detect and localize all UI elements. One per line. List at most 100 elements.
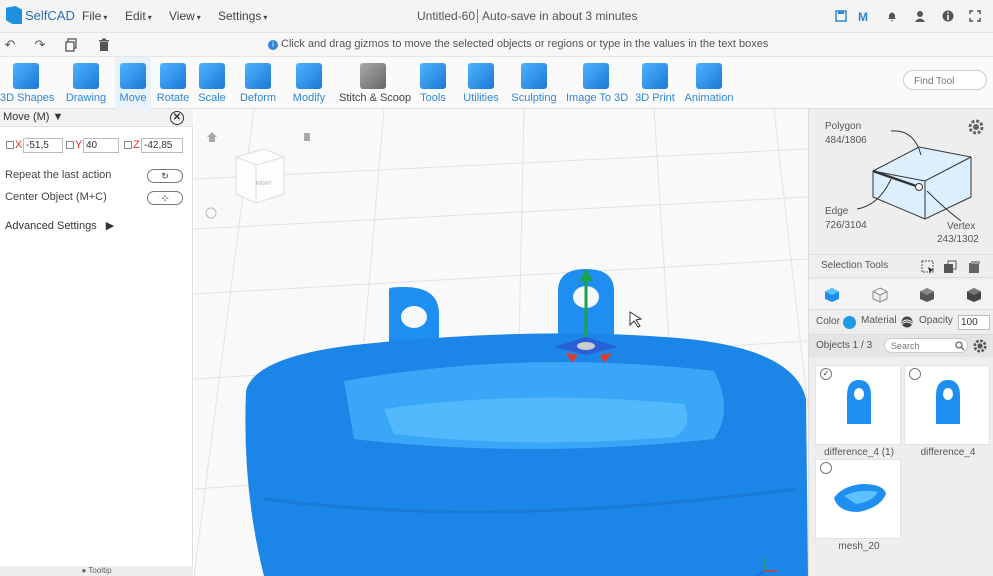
info-icon: ● (81, 566, 87, 575)
viewcube-face-label: RIGHT (256, 181, 272, 187)
search-icon (955, 341, 965, 351)
object-checkbox[interactable] (820, 462, 832, 474)
undo-icon[interactable]: ↶ (3, 38, 17, 52)
object-card[interactable]: ✓ difference_4 (1) (815, 365, 901, 458)
object-checkbox[interactable] (909, 368, 921, 380)
x-checkbox[interactable] (6, 141, 14, 150)
image-to-3d-icon (583, 63, 609, 89)
app-logo[interactable]: SelfCAD (6, 6, 75, 24)
main-toolbar: 3D Shapes Drawing Move Rotate Scale Defo… (0, 57, 993, 109)
tool-move[interactable]: Move (115, 57, 151, 109)
polygon-mode-icon[interactable] (872, 287, 888, 303)
copy-icon[interactable] (65, 38, 79, 52)
z-checkbox[interactable] (124, 141, 132, 150)
z-checkbox-label[interactable]: Z (124, 139, 140, 151)
object-name: difference_4 (1) (824, 447, 894, 458)
menu-bar: SelfCAD File Edit View Settings Untitled… (0, 0, 993, 33)
home-icon[interactable] (207, 132, 217, 142)
utilities-icon (468, 63, 494, 89)
modify-icon (296, 63, 322, 89)
tool-rotate[interactable]: Rotate (156, 57, 190, 109)
x-input[interactable]: -51,5 (23, 138, 63, 153)
fullscreen-icon[interactable] (969, 10, 981, 22)
selfcad-logo-icon (6, 6, 22, 24)
repeat-label: Repeat the last action (5, 169, 112, 181)
mouse-cursor-icon (629, 311, 643, 328)
move-icon (120, 63, 146, 89)
tool-scale[interactable]: Scale (197, 57, 227, 109)
tool-3d-print[interactable]: 3D Print (635, 57, 675, 109)
scale-icon (199, 63, 225, 89)
tool-modify[interactable]: Modify (288, 57, 330, 109)
objects-count: Objects 1 / 3 (816, 340, 873, 351)
myminifactory-icon[interactable]: M (858, 10, 870, 22)
find-tool-input[interactable] (903, 70, 987, 90)
tool-deform[interactable]: Deform (235, 57, 281, 109)
tool-sculpting[interactable]: Sculpting (511, 57, 557, 109)
close-icon[interactable]: ✕ (170, 111, 184, 125)
material-icon[interactable] (901, 316, 913, 328)
tool-3d-shapes[interactable]: 3D Shapes (0, 57, 54, 109)
tool-drawing[interactable]: Drawing (62, 57, 110, 109)
bowl-model[interactable] (245, 269, 808, 576)
cube-icon (13, 63, 39, 89)
info-icon[interactable] (942, 10, 954, 22)
vertex-mode-icon[interactable] (966, 287, 982, 303)
y-checkbox[interactable] (66, 141, 74, 150)
selection-diagram (856, 130, 972, 222)
tool-image-to-3d[interactable]: Image To 3D (566, 57, 628, 109)
objects-settings-gear-icon[interactable] (973, 339, 987, 353)
tool-animation[interactable]: Animation (684, 57, 734, 109)
edge-mode-icon[interactable] (919, 287, 935, 303)
tool-tools[interactable]: Tools (415, 57, 451, 109)
object-name: difference_4 (920, 447, 976, 458)
settings-gear-icon[interactable] (968, 119, 984, 135)
object-card[interactable]: mesh_20 (815, 459, 901, 552)
color-swatch[interactable] (843, 316, 856, 329)
material-label: Material (861, 315, 897, 326)
select-box-icon[interactable] (943, 260, 957, 274)
object-checkbox[interactable]: ✓ (820, 368, 832, 380)
center-button[interactable]: ⊹ (147, 191, 183, 205)
select-cursor-icon[interactable] (921, 260, 935, 274)
z-input[interactable]: -42,85 (141, 138, 183, 153)
selection-modes (809, 280, 993, 310)
user-icon[interactable] (914, 10, 926, 22)
dropdown-icon[interactable]: ▼ (53, 111, 64, 123)
x-checkbox-label[interactable]: X (6, 139, 22, 151)
center-icon: ⊹ (161, 193, 169, 203)
redo-icon[interactable]: ↷ (33, 38, 47, 52)
object-mode-icon[interactable] (824, 287, 840, 303)
tool-utilities[interactable]: Utilities (459, 57, 503, 109)
select-group-icon[interactable] (967, 260, 981, 274)
bell-icon[interactable] (886, 10, 898, 22)
deform-icon (245, 63, 271, 89)
3d-viewport[interactable]: RIGHT (194, 109, 808, 576)
menu-view[interactable]: View (169, 9, 201, 23)
menu-settings[interactable]: Settings (218, 9, 267, 23)
3d-print-icon (642, 63, 668, 89)
orbit-icon[interactable] (205, 207, 217, 219)
advanced-settings[interactable]: Advanced Settings ▶ (5, 219, 114, 232)
right-panel: Polygon 484/1806 Edge 726/3104 Vertex 24… (808, 109, 993, 576)
repeat-button[interactable]: ↻ (147, 169, 183, 183)
menu-edit[interactable]: Edit (125, 9, 152, 23)
trash-icon[interactable] (97, 38, 111, 52)
selection-tools-label: Selection Tools (821, 260, 889, 271)
object-card[interactable]: difference_4 (904, 365, 990, 458)
grid-toggle-icon[interactable] (304, 133, 310, 141)
menu-file[interactable]: File (82, 9, 107, 23)
opacity-input[interactable]: 100 (958, 315, 990, 330)
tooltip-bar[interactable]: ● Tooltip (0, 566, 193, 576)
viewcube[interactable]: RIGHT (235, 148, 285, 204)
viewport-scene: RIGHT (194, 109, 808, 576)
sculpting-icon (521, 63, 547, 89)
refresh-icon: ↻ (161, 171, 169, 181)
animation-icon (696, 63, 722, 89)
tool-stitch-scoop[interactable]: Stitch & Scoop (339, 57, 411, 109)
svg-text:M: M (858, 10, 868, 22)
save-icon[interactable] (835, 10, 847, 22)
y-input[interactable]: 40 (83, 138, 119, 153)
y-checkbox-label[interactable]: Y (66, 139, 82, 151)
project-name[interactable]: Untitled-60 (417, 9, 475, 23)
